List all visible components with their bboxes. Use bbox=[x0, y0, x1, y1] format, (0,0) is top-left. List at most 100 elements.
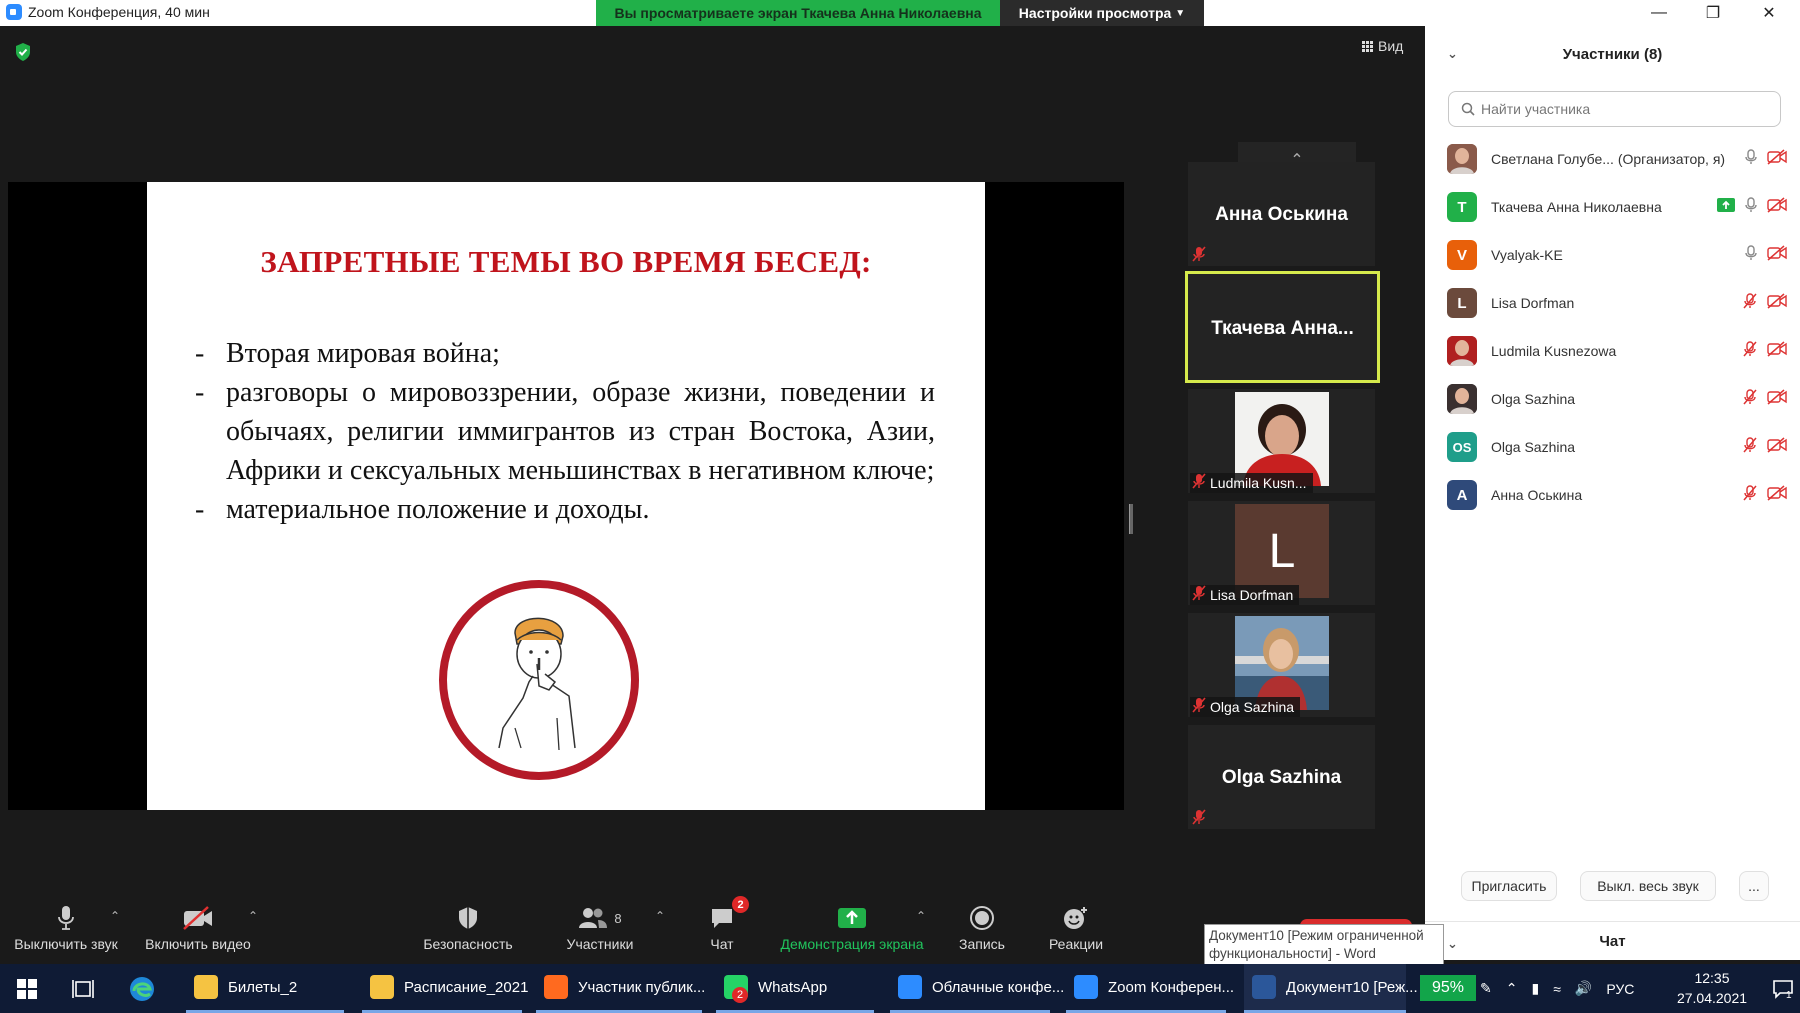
start-button[interactable] bbox=[16, 964, 38, 1013]
reactions-label: Реакции bbox=[1048, 936, 1104, 952]
share-screen-button[interactable]: Демонстрация экрана bbox=[776, 893, 928, 960]
taskbar-app-button[interactable]: Документ10 [Реж... bbox=[1244, 964, 1418, 1013]
participant-row[interactable]: Т Ткачева Анна Николаевна bbox=[1447, 183, 1787, 231]
mute-all-button[interactable]: Выкл. весь звук bbox=[1580, 871, 1716, 901]
share-screen-icon bbox=[837, 902, 867, 934]
resize-handle[interactable] bbox=[1129, 504, 1133, 534]
battery-icon[interactable]: ▮ bbox=[1531, 980, 1539, 997]
video-tile[interactable]: Анна Оськина bbox=[1188, 162, 1375, 266]
participant-status-icons bbox=[1743, 485, 1787, 504]
more-options-button[interactable]: ... bbox=[1739, 871, 1769, 901]
clock-time: 12:35 bbox=[1694, 970, 1730, 986]
collapse-chevron-icon[interactable]: ⌄ bbox=[1447, 936, 1458, 952]
slide-title: ЗАПРЕТНЫЕ ТЕМЫ ВО ВРЕМЯ БЕСЕД: bbox=[260, 244, 872, 279]
mic-muted-icon bbox=[1192, 697, 1206, 713]
app-label: Участник публик... bbox=[578, 978, 706, 996]
clock[interactable]: 12:35 27.04.2021 bbox=[1664, 968, 1760, 1008]
security-shield-icon bbox=[457, 902, 479, 934]
video-off-icon bbox=[1767, 485, 1787, 504]
app-icon bbox=[1252, 975, 1276, 999]
reactions-smiley-icon bbox=[1062, 902, 1090, 934]
participant-status-icons bbox=[1745, 245, 1787, 264]
video-tile[interactable]: Ludmila Kusn... bbox=[1188, 389, 1375, 493]
window-title: Zoom Конференция, 40 мин bbox=[28, 4, 210, 20]
windows-taskbar: Билеты_2 Расписание_2021 Участник публик..… bbox=[0, 964, 1800, 1013]
participants-options-caret[interactable]: ⌃ bbox=[655, 909, 665, 923]
record-button[interactable]: Запись bbox=[952, 893, 1012, 960]
app-label: Zoom Конферен... bbox=[1108, 978, 1235, 996]
participant-row[interactable]: Ludmila Kusnezowa bbox=[1447, 327, 1787, 375]
participants-count: 8 bbox=[614, 910, 622, 926]
tile-name-tag: Lisa Dorfman bbox=[1190, 585, 1300, 605]
restore-button[interactable]: ❐ bbox=[1686, 0, 1740, 26]
video-tile-active-speaker[interactable]: Ткачева Анна... bbox=[1185, 271, 1380, 383]
video-tile[interactable]: Olga Sazhina bbox=[1188, 613, 1375, 717]
taskbar-app-button[interactable]: Расписание_2021 bbox=[362, 964, 528, 1013]
app-icon: 2 bbox=[724, 975, 748, 1003]
chat-button[interactable]: 2 Чат bbox=[700, 893, 749, 960]
participant-video bbox=[1235, 616, 1329, 710]
app-label: WhatsApp bbox=[758, 978, 828, 996]
view-button[interactable]: Вид bbox=[1362, 38, 1403, 54]
participant-video bbox=[1235, 392, 1329, 486]
taskbar-app-button[interactable]: Билеты_2 bbox=[186, 964, 344, 1013]
participant-name: Светлана Голубе... (Организатор, я) bbox=[1491, 151, 1726, 167]
chat-panel-header[interactable]: ⌄ Чат bbox=[1425, 921, 1800, 960]
slide-bullet: - Вторая мировая война; bbox=[195, 334, 935, 373]
tile-name: Lisa Dorfman bbox=[1210, 587, 1294, 603]
security-button[interactable]: Безопасность bbox=[418, 893, 518, 960]
taskbar-app-button[interactable]: 2 WhatsApp bbox=[716, 964, 874, 1013]
collapse-chevron-icon[interactable]: ⌄ bbox=[1447, 46, 1458, 62]
security-shield-icon[interactable] bbox=[14, 42, 32, 62]
chat-panel-title: Чат bbox=[1599, 932, 1626, 950]
app-label: Облачные конфе... bbox=[932, 978, 1065, 996]
app-icon bbox=[370, 975, 394, 999]
close-button[interactable]: ✕ bbox=[1742, 0, 1796, 26]
mute-button[interactable]: Выключить звук bbox=[12, 893, 120, 960]
invite-button[interactable]: Пригласить bbox=[1461, 871, 1557, 901]
participant-search-input[interactable]: Найти участника bbox=[1448, 91, 1781, 127]
task-view-button[interactable] bbox=[72, 964, 94, 1013]
audio-options-caret[interactable]: ⌃ bbox=[110, 909, 120, 923]
start-video-button[interactable]: Включить видео bbox=[142, 893, 254, 960]
reactions-button[interactable]: Реакции bbox=[1044, 893, 1108, 960]
participant-row[interactable]: Светлана Голубе... (Организатор, я) bbox=[1447, 135, 1787, 183]
chat-unread-badge: 2 bbox=[732, 896, 749, 913]
task-view-icon bbox=[72, 979, 94, 998]
mic-muted-icon bbox=[1192, 473, 1206, 489]
participant-row[interactable]: V Vyalyak-KE bbox=[1447, 231, 1787, 279]
tile-letter-avatar: L bbox=[1235, 504, 1329, 598]
taskbar-app-button[interactable]: Zoom Конферен... bbox=[1066, 964, 1234, 1013]
participant-row[interactable]: А Анна Оськина bbox=[1447, 471, 1787, 519]
view-settings-button[interactable]: Настройки просмотра ▼ bbox=[1000, 0, 1204, 26]
video-tile[interactable]: L Lisa Dorfman bbox=[1188, 501, 1375, 605]
edge-browser-button[interactable] bbox=[128, 964, 156, 1013]
title-bar: Zoom Конференция, 40 мин Вы просматривае… bbox=[0, 0, 1800, 26]
tile-name: Olga Sazhina bbox=[1221, 767, 1342, 788]
avatar: Т bbox=[1447, 192, 1477, 222]
app-icon bbox=[544, 975, 568, 999]
video-tile[interactable]: Olga Sazhina bbox=[1188, 725, 1375, 829]
chevron-up-icon[interactable]: ⌃ bbox=[1506, 980, 1518, 997]
video-off-icon bbox=[1767, 149, 1787, 168]
pen-icon[interactable]: ✎ bbox=[1480, 980, 1492, 997]
video-options-caret[interactable]: ⌃ bbox=[248, 909, 258, 923]
zoom-level-indicator[interactable]: 95% bbox=[1420, 975, 1476, 1001]
participant-row[interactable]: Olga Sazhina bbox=[1447, 375, 1787, 423]
mic-muted-icon bbox=[1743, 341, 1757, 360]
avatar bbox=[1447, 144, 1477, 174]
taskbar-app-button[interactable]: Облачные конфе... bbox=[890, 964, 1064, 1013]
participant-row[interactable]: L Lisa Dorfman bbox=[1447, 279, 1787, 327]
minimize-button[interactable]: — bbox=[1632, 0, 1686, 26]
wifi-icon[interactable]: ≈ bbox=[1553, 981, 1561, 997]
language-indicator[interactable]: РУС bbox=[1606, 981, 1634, 997]
notifications-button[interactable]: 1 bbox=[1772, 964, 1794, 1013]
taskbar-app-button[interactable]: Участник публик... bbox=[536, 964, 706, 1013]
share-options-caret[interactable]: ⌃ bbox=[916, 909, 926, 923]
tooltip-line: функциональности] - Word bbox=[1209, 946, 1376, 961]
participant-row[interactable]: OS Olga Sazhina bbox=[1447, 423, 1787, 471]
app-label: Расписание_2021 bbox=[404, 978, 529, 996]
volume-icon[interactable]: 🔊 bbox=[1575, 980, 1592, 997]
participants-button[interactable]: 8 Участники bbox=[558, 893, 642, 960]
bullet-dash: - bbox=[195, 377, 205, 408]
